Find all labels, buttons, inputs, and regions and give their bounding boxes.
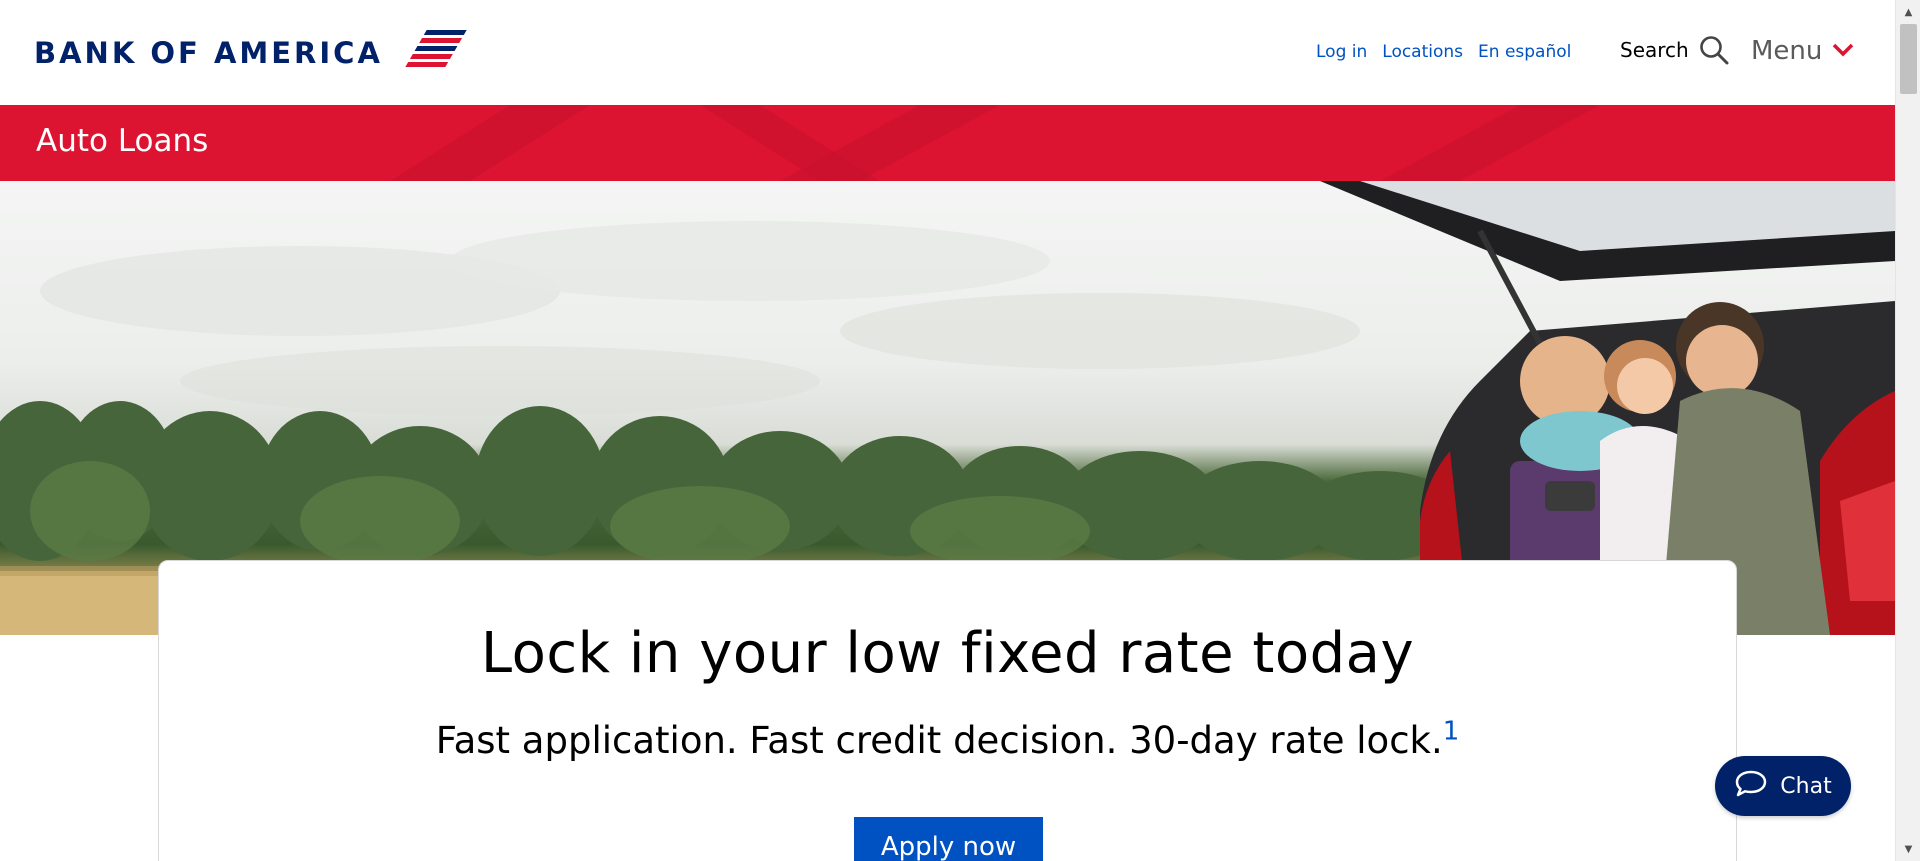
promo-headline: Lock in your low fixed rate today	[480, 621, 1415, 686]
product-banner: Auto Loans	[0, 105, 1895, 181]
chat-bubble-icon	[1734, 769, 1768, 803]
flag-logo-icon	[405, 30, 467, 67]
promo-subheadline: Fast application. Fast credit decision. …	[159, 719, 1736, 762]
page-scrollbar[interactable]: ▲ ▼	[1895, 0, 1920, 861]
search-label: Search	[1620, 38, 1689, 62]
espanol-link[interactable]: En español	[1478, 42, 1571, 62]
menu-label: Menu	[1751, 36, 1823, 66]
locations-link[interactable]: Locations	[1382, 42, 1463, 62]
logo-wordmark: BANK OF AMERICA	[34, 35, 383, 70]
footnote-link[interactable]: 1	[1443, 717, 1460, 747]
login-link[interactable]: Log in	[1316, 42, 1367, 62]
menu-button[interactable]: Menu	[1751, 36, 1854, 66]
apply-now-button[interactable]: Apply now	[854, 817, 1043, 861]
chat-label: Chat	[1780, 773, 1832, 799]
banner-stripes-decoration	[390, 105, 1600, 181]
bank-logo[interactable]: BANK OF AMERICA	[34, 25, 473, 75]
search-button[interactable]: Search	[1620, 35, 1729, 65]
search-icon	[1699, 35, 1729, 65]
scroll-down-arrow-icon[interactable]: ▼	[1896, 839, 1920, 859]
chat-button[interactable]: Chat	[1715, 756, 1851, 816]
chevron-down-icon	[1832, 42, 1854, 61]
utility-links: Log in Locations En español	[1316, 42, 1571, 62]
promo-card: Lock in your low fixed rate today Fast a…	[158, 560, 1737, 861]
scroll-thumb[interactable]	[1900, 24, 1917, 94]
page: BANK OF AMERICA Log in Locations En espa…	[0, 0, 1920, 861]
promo-subheadline-text: Fast application. Fast credit decision. …	[435, 719, 1443, 762]
scroll-up-arrow-icon[interactable]: ▲	[1896, 2, 1920, 22]
site-header: BANK OF AMERICA Log in Locations En espa…	[0, 0, 1895, 105]
page-title: Auto Loans	[36, 123, 209, 159]
